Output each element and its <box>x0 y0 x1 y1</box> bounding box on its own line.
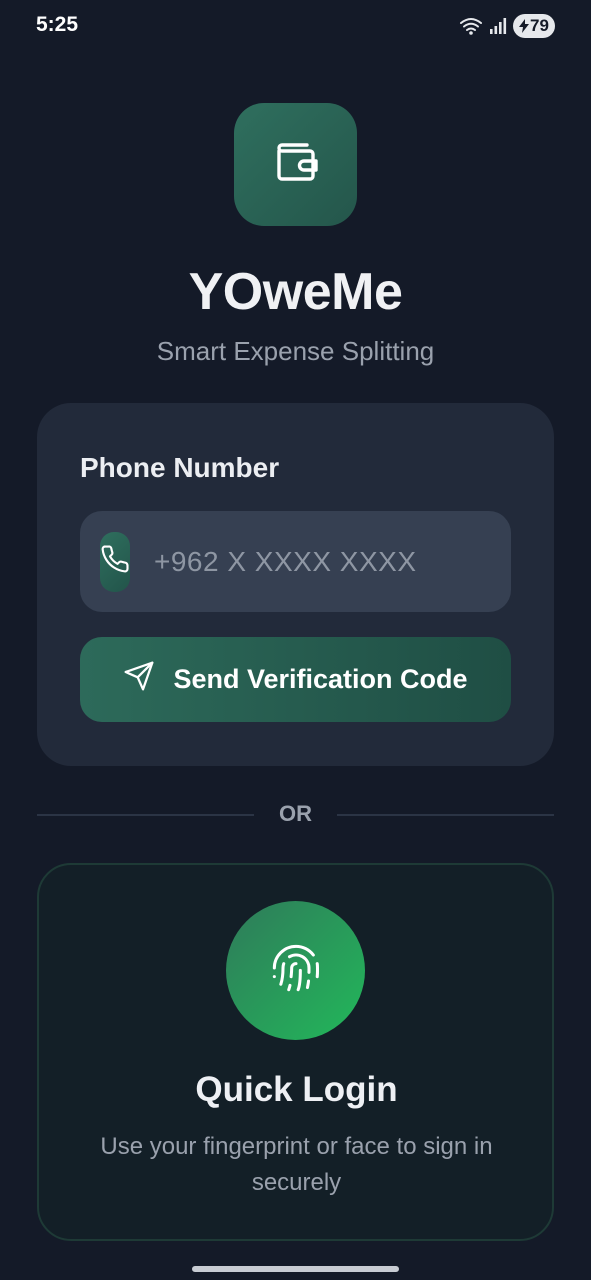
phone-icon <box>100 544 130 579</box>
quick-login-card[interactable]: Quick Login Use your fingerprint or face… <box>37 863 554 1241</box>
signal-icon <box>489 17 507 35</box>
biometric-login-button[interactable] <box>226 901 365 1040</box>
or-divider-text: OR <box>279 801 312 826</box>
home-indicator[interactable] <box>192 1266 399 1272</box>
phone-number-label: Phone Number <box>80 452 280 483</box>
app-name: YOweMe <box>188 263 403 321</box>
quick-login-description: Use your fingerprint or face to sign in … <box>100 1133 493 1196</box>
phone-input-container[interactable] <box>80 511 515 612</box>
phone-icon-box <box>100 531 130 592</box>
wifi-icon <box>459 16 483 36</box>
divider-line-left <box>37 814 254 816</box>
battery-indicator: 79 <box>513 14 555 38</box>
quick-login-title: Quick Login <box>195 1070 398 1109</box>
app-tagline: Smart Expense Splitting <box>156 336 435 366</box>
wallet-icon <box>271 137 321 192</box>
phone-login-card: Phone Number Send Verification Code <box>37 403 554 766</box>
app-logo <box>234 103 357 226</box>
fingerprint-icon <box>270 942 322 999</box>
send-button-label: Send Verification Code <box>173 664 468 694</box>
send-icon <box>123 660 155 699</box>
send-verification-code-button[interactable]: Send Verification Code <box>80 637 511 722</box>
status-icons: 79 <box>459 14 555 38</box>
status-time: 5:25 <box>36 13 79 36</box>
battery-charging-icon <box>519 19 530 33</box>
battery-level: 79 <box>530 16 549 35</box>
login-screen: 5:25 79 YOweMe Smart Expense Splitting P… <box>0 0 591 1280</box>
divider-line-right <box>337 814 554 816</box>
phone-number-input[interactable] <box>154 545 515 578</box>
